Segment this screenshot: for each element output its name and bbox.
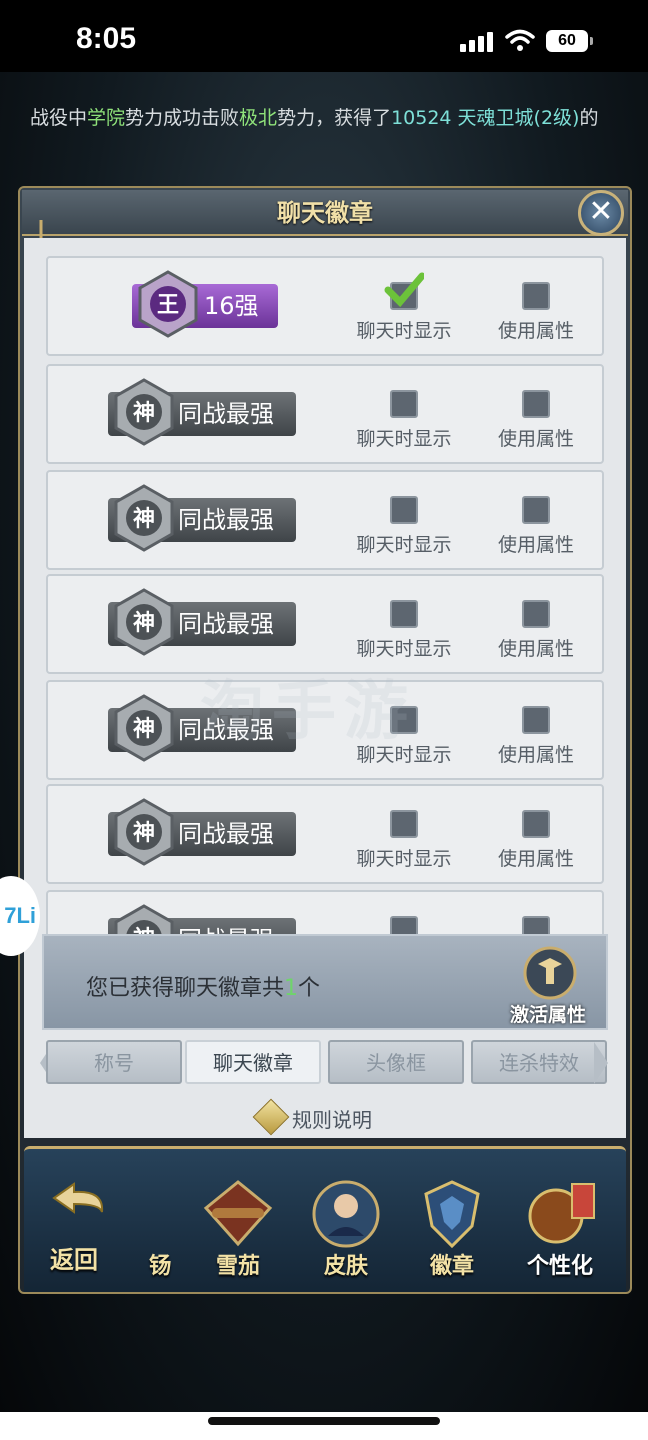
personalize-icon: [528, 1183, 595, 1244]
broadcast-text: 战役中: [30, 107, 88, 129]
wifi-icon: [505, 29, 535, 51]
badge-emblem-char: 神: [133, 926, 155, 934]
summary-bar: 您已获得聊天徽章共1个 激活属性: [42, 934, 608, 1030]
nav-label-cigar: 雪茄: [215, 1254, 260, 1279]
tab-title[interactable]: 称号: [46, 1040, 182, 1084]
badge-icon: [424, 1180, 480, 1249]
checkmark-icon: [384, 272, 424, 308]
summary-text: 您已获得聊天徽章共1个: [86, 970, 320, 1002]
summary-count: 1: [284, 976, 299, 1001]
use-attribute-checkbox[interactable]: [522, 706, 550, 734]
back-label: 返回: [50, 1246, 98, 1274]
badge-emblem-char: 神: [133, 716, 155, 742]
show-in-chat-checkbox[interactable]: [390, 390, 418, 418]
cigar-icon: [203, 1180, 273, 1247]
badge-emblem-icon: 神: [114, 484, 174, 552]
activate-attribute-icon[interactable]: [518, 946, 582, 1000]
summary-prefix: 您已获得聊天徽章共: [86, 976, 285, 1001]
badge-emblem-icon: 神: [114, 588, 174, 656]
use-attribute-checkbox[interactable]: [522, 600, 550, 628]
faction-b: 极北: [239, 107, 278, 129]
nav-partial-label: 钖: [148, 1254, 171, 1279]
nav-label-personalize: 个性化: [526, 1254, 593, 1279]
nav-item-badge[interactable]: 徽章: [404, 1170, 500, 1280]
badge-emblem-icon: 王: [138, 270, 198, 338]
activate-attribute-button[interactable]: 激活属性: [510, 1000, 586, 1027]
close-button[interactable]: ✕: [578, 190, 624, 236]
use-attribute-checkbox[interactable]: [522, 282, 550, 310]
show-in-chat-label: 聊天时显示: [356, 848, 452, 870]
broadcast-text: 势力成功击败: [125, 107, 240, 129]
show-in-chat-checkbox[interactable]: [390, 916, 418, 934]
status-bar: 8:05 60: [0, 0, 648, 72]
badge-row[interactable]: 同战最强 神 聊天时显示 使用属性: [46, 890, 604, 934]
tab-chat-badge[interactable]: 聊天徽章: [185, 1040, 321, 1084]
use-attribute-checkbox[interactable]: [522, 916, 550, 934]
use-attribute-label: 使用属性: [497, 320, 574, 342]
show-in-chat-label: 聊天时显示: [356, 638, 452, 660]
use-attribute-checkbox[interactable]: [522, 390, 550, 418]
badge-row[interactable]: 16强 王 聊天时显示 使用属性: [46, 256, 604, 356]
nav-item-partial[interactable]: 钖: [140, 1170, 180, 1280]
show-in-chat-checkbox[interactable]: [390, 600, 418, 628]
tab-bar: 称号 聊天徽章 头像框 连杀特效: [42, 1040, 608, 1086]
badge-emblem-char: 神: [133, 610, 155, 636]
show-in-chat-label: 聊天时显示: [356, 534, 452, 556]
badge-row[interactable]: 同战最强 神 聊天时显示 使用属性: [46, 574, 604, 674]
badge-emblem-char: 神: [133, 400, 155, 426]
status-time: 8:05: [76, 22, 137, 55]
show-in-chat-checkbox[interactable]: [390, 496, 418, 524]
panel-title: 聊天徽章: [277, 199, 373, 227]
use-attribute-label: 使用属性: [497, 638, 574, 660]
badge-row[interactable]: 同战最强 神 聊天时显示 使用属性: [46, 364, 604, 464]
show-in-chat-checkbox[interactable]: [390, 810, 418, 838]
broadcast-reward: 10524 天魂卫城(2级): [391, 107, 580, 129]
nav-item-cigar[interactable]: 雪茄: [190, 1170, 286, 1280]
battery-icon: 60: [546, 30, 593, 52]
signal-icon: [460, 30, 496, 52]
tab-avatar-frame[interactable]: 头像框: [328, 1040, 464, 1084]
badge-emblem-char: 王: [157, 293, 179, 318]
skin-hero-icon: [312, 1180, 380, 1248]
nav-label-badge: 徽章: [429, 1254, 474, 1279]
show-in-chat-label: 聊天时显示: [356, 320, 452, 342]
use-attribute-label: 使用属性: [497, 848, 574, 870]
badge-emblem-icon: 神: [114, 904, 174, 934]
use-attribute-label: 使用属性: [497, 428, 574, 450]
use-attribute-label: 使用属性: [497, 534, 574, 556]
badge-list[interactable]: 16强 王 聊天时显示 使用属性 同战最强 神 聊天时显示 使用属性 同战最强 …: [42, 254, 608, 934]
badge-emblem-icon: 神: [114, 378, 174, 446]
summary-suffix: 个: [298, 976, 321, 1001]
broadcast-ticker: 战役中学院势力成功击败极北势力，获得了10524 天魂卫城(2级)的: [0, 98, 648, 138]
watermark: 淘手游: [200, 675, 416, 749]
faction-a: 学院: [87, 107, 126, 129]
nav-label-skin: 皮肤: [323, 1254, 368, 1279]
broadcast-text: 势力，获得了: [277, 107, 392, 129]
use-attribute-checkbox[interactable]: [522, 496, 550, 524]
badge-row[interactable]: 同战最强 神 聊天时显示 使用属性: [46, 784, 604, 884]
back-arrow-icon: [52, 1182, 104, 1214]
rules-label: 规则说明: [292, 1108, 372, 1132]
home-indicator[interactable]: [208, 1417, 440, 1425]
badge-emblem-char: 神: [133, 820, 155, 846]
nav-item-skin[interactable]: 皮肤: [298, 1170, 394, 1280]
broadcast-text: 的: [579, 107, 599, 129]
use-attribute-label: 使用属性: [497, 744, 574, 766]
back-button[interactable]: 返回: [30, 1170, 130, 1280]
panel-header: 聊天徽章: [22, 190, 628, 236]
badge-emblem-icon: 神: [114, 798, 174, 866]
use-attribute-checkbox[interactable]: [522, 810, 550, 838]
nav-item-personalize[interactable]: 个性化: [512, 1170, 608, 1280]
badge-emblem-icon: 神: [114, 694, 174, 762]
badge-emblem-char: 神: [133, 506, 155, 532]
show-in-chat-label: 聊天时显示: [356, 428, 452, 450]
tab-kill-effect[interactable]: 连杀特效: [471, 1040, 607, 1084]
tabs-right-arrow-icon[interactable]: [594, 1042, 608, 1084]
badge-row[interactable]: 同战最强 神 聊天时显示 使用属性: [46, 470, 604, 570]
